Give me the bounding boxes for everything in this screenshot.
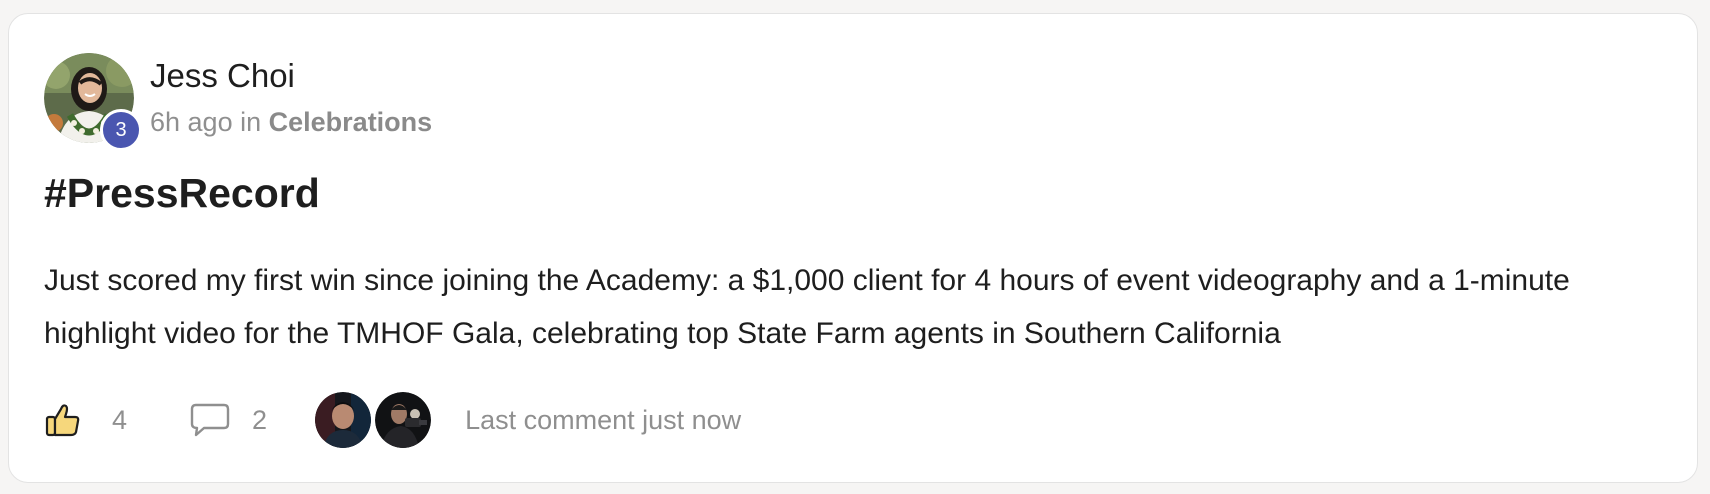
comment-participants[interactable]	[315, 392, 432, 448]
participant-avatar[interactable]	[315, 392, 372, 448]
author-avatar-wrapper[interactable]: 3	[44, 53, 142, 151]
post-time[interactable]: 6h ago	[150, 107, 233, 137]
post-footer: 4 2 Last comment just now	[44, 390, 741, 450]
thumbs-up-icon[interactable]	[44, 401, 82, 439]
comment-button[interactable]: 2	[190, 402, 267, 438]
author-name[interactable]: Jess Choi	[150, 56, 295, 96]
comment-count[interactable]: 2	[252, 405, 267, 436]
like-count[interactable]: 4	[112, 405, 127, 436]
post-body: Just scored my first win since joining t…	[44, 264, 1570, 350]
last-comment-time: Last comment just now	[465, 404, 742, 435]
post-title[interactable]: #PressRecord	[44, 169, 320, 218]
level-badge: 3	[100, 109, 142, 151]
like-button[interactable]: 4	[44, 401, 127, 439]
space-link[interactable]: Celebrations	[269, 107, 433, 137]
post-meta: 6h ago in Celebrations	[150, 106, 432, 138]
speech-bubble-icon[interactable]	[190, 402, 230, 438]
post-card: 3 Jess Choi 6h ago in Celebrations #Pres…	[8, 13, 1698, 483]
participant-avatar[interactable]	[375, 392, 432, 448]
meta-in-word: in	[240, 107, 262, 137]
